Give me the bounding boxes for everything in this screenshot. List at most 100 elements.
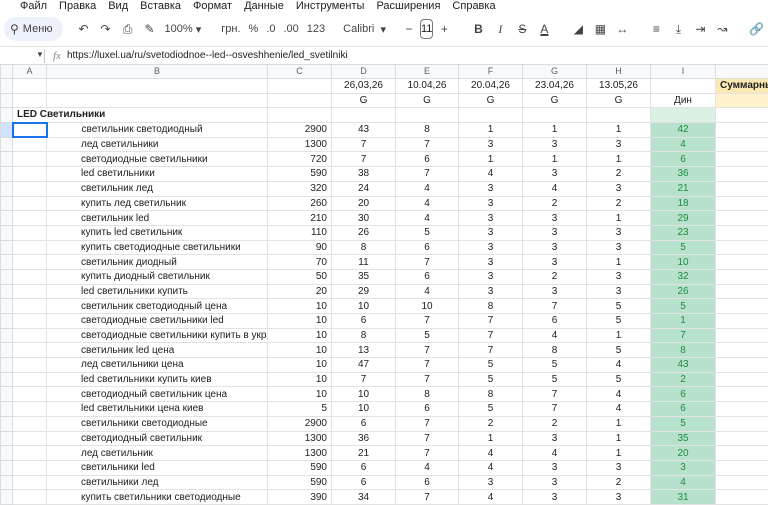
volume-cell[interactable]: 10 [267,298,332,314]
position-cell[interactable]: 2 [458,415,523,432]
keyword-cell[interactable]: лед светильники цена [46,357,268,373]
engine-cell[interactable]: G [586,92,651,109]
volume-cell[interactable]: 10 [267,313,332,329]
position-cell[interactable]: 2 [586,166,651,182]
position-cell[interactable]: 5 [586,342,651,359]
volume-cell[interactable]: 10 [267,342,332,359]
position-cell[interactable]: 8 [395,386,459,403]
cell[interactable] [12,415,47,432]
font-select[interactable]: Calibri ▾ [341,17,386,41]
position-cell[interactable]: 3 [458,195,523,212]
position-cell[interactable]: 3 [586,136,651,153]
text-wrap-icon[interactable]: ⇥ [689,17,711,41]
position-cell[interactable]: 1 [586,151,651,168]
row-header[interactable] [0,136,13,153]
position-cell[interactable]: 4 [522,327,587,344]
cell[interactable] [715,210,768,226]
din-cell[interactable]: 10 [650,254,716,270]
position-cell[interactable]: 3 [586,283,651,300]
volume-cell[interactable]: 70 [267,254,332,270]
volume-cell[interactable]: 390 [267,489,332,505]
text-color-button[interactable]: A [533,17,555,41]
menu-item[interactable]: Инструменты [290,0,371,12]
volume-cell[interactable]: 260 [267,195,332,212]
position-cell[interactable]: 4 [458,459,523,476]
position-cell[interactable]: 4 [586,386,651,403]
italic-button[interactable]: I [489,17,511,41]
cell[interactable] [715,136,768,153]
position-cell[interactable]: 8 [331,239,396,256]
borders-icon[interactable]: ▦ [589,17,611,41]
number-format-button[interactable]: 123 [303,17,329,41]
keyword-cell[interactable]: купить лед светильник [46,195,268,212]
position-cell[interactable]: 30 [331,210,396,226]
cell[interactable] [715,401,768,417]
keyword-cell[interactable]: лед светильники [46,136,268,153]
position-cell[interactable]: 7 [331,136,396,153]
keyword-cell[interactable]: светодиодный светильник цена [46,386,268,403]
keyword-cell[interactable]: светильник светодиодный [46,122,268,138]
position-cell[interactable]: 7 [458,342,523,359]
cell[interactable] [12,386,47,403]
din-cell[interactable]: 5 [650,415,716,432]
position-cell[interactable]: 7 [395,166,459,182]
position-cell[interactable]: 2 [586,474,651,491]
position-cell[interactable]: 13 [331,342,396,359]
position-cell[interactable]: 7 [395,254,459,270]
position-cell[interactable]: 3 [586,459,651,476]
volume-cell[interactable]: 20 [267,283,332,300]
row-header[interactable] [0,401,13,417]
keyword-cell[interactable]: led светильники купить [46,283,268,300]
cell[interactable] [267,78,332,94]
row-header[interactable] [0,430,13,447]
volume-cell[interactable]: 1300 [267,445,332,461]
din-cell[interactable]: 1 [650,313,716,329]
position-cell[interactable]: 5 [395,224,459,241]
din-cell[interactable]: 2 [650,371,716,388]
row-header[interactable] [0,122,13,138]
position-cell[interactable]: 10 [331,401,396,417]
position-cell[interactable]: 1 [586,327,651,344]
position-cell[interactable]: 3 [522,430,587,447]
position-cell[interactable]: 7 [395,342,459,359]
row-header[interactable] [0,107,13,124]
position-cell[interactable]: 34 [331,489,396,505]
position-cell[interactable]: 2 [586,195,651,212]
position-cell[interactable]: 7 [395,136,459,153]
column-header-i[interactable]: I [650,64,716,79]
row-header[interactable] [0,210,13,226]
vertical-align-icon[interactable]: ⤓ [667,17,689,41]
din-cell[interactable]: 23 [650,224,716,241]
cell[interactable] [12,224,47,241]
cell[interactable] [715,166,768,182]
keyword-cell[interactable]: светодиодный светильник [46,430,268,447]
position-cell[interactable]: 8 [331,327,396,344]
column-header-f[interactable]: F [458,64,523,79]
row-header[interactable] [0,415,13,432]
cell[interactable] [715,283,768,300]
position-cell[interactable]: 24 [331,180,396,197]
position-cell[interactable]: 4 [586,401,651,417]
keyword-cell[interactable]: светильник диодный [46,254,268,270]
keyword-cell[interactable]: светильники лед [46,474,268,491]
keyword-cell[interactable]: led светильники цена киев [46,401,268,417]
din-cell[interactable]: 5 [650,239,716,256]
row-header[interactable] [0,92,13,109]
volume-cell[interactable]: 2900 [267,122,332,138]
row-header[interactable] [0,151,13,168]
position-cell[interactable]: 11 [331,254,396,270]
row-header[interactable] [0,224,13,241]
section-title[interactable]: LED Светильники [12,107,268,124]
date-cell[interactable]: 26,03,26 [331,78,396,94]
decrease-decimal-button[interactable]: .0 [262,17,279,41]
position-cell[interactable]: 1 [586,430,651,447]
position-cell[interactable]: 3 [458,224,523,241]
position-cell[interactable]: 3 [586,268,651,285]
undo-icon[interactable]: ↶ [73,17,95,41]
position-cell[interactable]: 1 [586,122,651,138]
volume-cell[interactable]: 50 [267,268,332,285]
keyword-cell[interactable]: светодиодные светильники купить в украин… [46,327,268,344]
increase-decimal-button[interactable]: .00 [280,17,303,41]
cell[interactable] [12,239,47,256]
cell[interactable] [715,386,768,403]
